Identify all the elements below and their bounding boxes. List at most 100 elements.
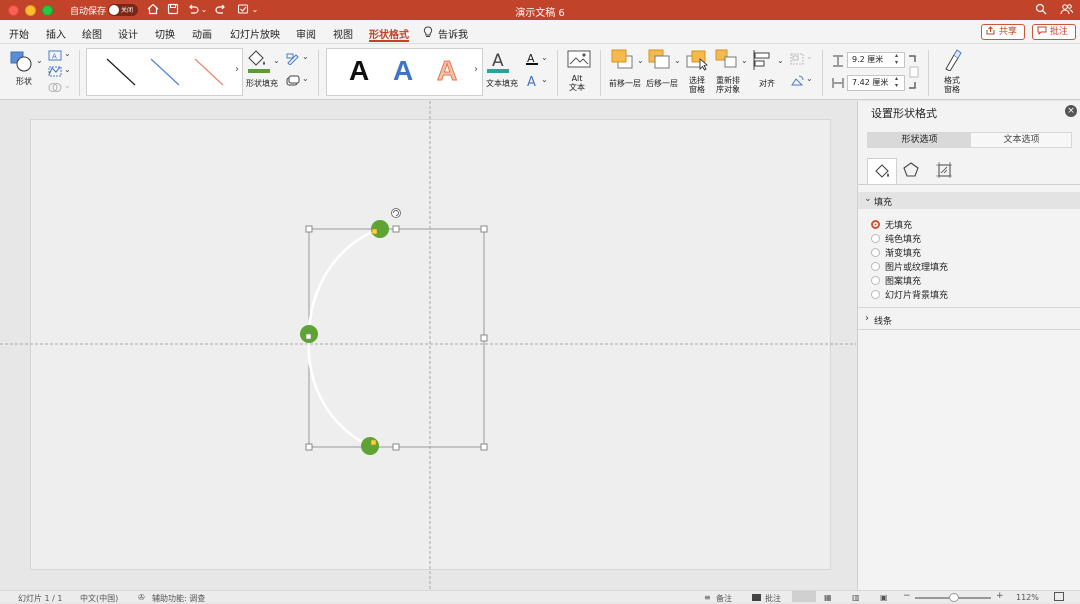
text-effects-icon[interactable]: A [525,74,539,91]
arc-shape[interactable] [307,227,381,448]
tab-view[interactable]: 视图 [333,26,353,41]
text-outline-icon[interactable]: A [525,52,539,69]
radio-pattern-fill[interactable] [871,276,880,285]
search-icon[interactable] [1034,3,1048,17]
fill-section-header[interactable]: ⌄ 填充 [858,192,1080,209]
fit-to-window-button[interactable] [1054,592,1064,601]
lock-aspect-ratio-icon[interactable] [907,54,919,93]
resize-handle-top-right[interactable] [480,225,488,233]
shapes-dropdown-icon[interactable]: ⌄ [36,56,43,65]
shape-fill-icon[interactable] [247,49,271,78]
send-backward-dropdown-icon[interactable]: ⌄ [674,56,681,65]
fill-option-none[interactable]: 无填充 [871,218,912,232]
fill-option-slide-background[interactable]: 幻灯片背景填充 [871,288,948,302]
shape-style-blue[interactable] [147,55,183,89]
selection-pane-icon[interactable] [686,49,710,74]
gallery-more-icon[interactable]: › [235,64,239,75]
rotate-dropdown-icon[interactable]: ⌄ [806,74,813,83]
edit-shape-icon[interactable]: A [48,50,62,64]
resize-handle-bottom[interactable] [392,443,400,451]
bring-forward-dropdown-icon[interactable]: ⌄ [637,56,644,65]
fill-option-solid[interactable]: 纯色填充 [871,232,921,246]
format-pane-icon[interactable] [940,49,964,74]
tab-home[interactable]: 开始 [9,26,29,41]
zoom-level[interactable]: 112% [1016,593,1039,602]
align-icon[interactable] [752,49,776,74]
height-stepper[interactable]: ▴ ▾ [895,52,898,66]
fill-line-tab[interactable] [867,158,897,185]
text-box-icon[interactable] [48,66,62,80]
tab-text-options[interactable]: 文本选项 [971,133,1072,147]
resize-handle-top-left[interactable] [305,225,313,233]
people-icon[interactable] [1059,3,1073,17]
tab-review[interactable]: 审阅 [296,26,316,41]
tab-shape-options[interactable]: 形状选项 [868,133,971,147]
zoom-slider-thumb[interactable] [949,593,959,602]
tab-design[interactable]: 设计 [118,26,138,41]
tab-transitions[interactable]: 切换 [155,26,175,41]
fill-option-picture[interactable]: 图片或纹理填充 [871,260,948,274]
rotate-handle[interactable] [391,208,401,218]
accessibility-status[interactable]: 辅助功能: 调查 [152,593,205,604]
tab-shape-format[interactable]: 形状格式 [369,26,409,41]
adjust-handle-top[interactable] [371,228,378,235]
wordart-more-icon[interactable]: › [474,64,478,75]
group-icon[interactable] [790,53,804,68]
fill-option-gradient[interactable]: 渐变填充 [871,246,921,260]
tell-me-search[interactable]: 告诉我 [438,26,468,41]
tab-draw[interactable]: 绘图 [82,26,102,41]
normal-view-button[interactable] [792,591,816,602]
merge-shapes-dropdown-icon[interactable]: ⌄ [64,81,71,90]
edit-shape-dropdown-icon[interactable]: ⌄ [64,49,71,58]
radio-picture-fill[interactable] [871,262,880,271]
size-properties-tab[interactable] [935,161,953,182]
rotate-icon[interactable] [790,75,804,90]
wordart-style-black[interactable]: A [349,55,369,87]
tab-insert[interactable]: 插入 [46,26,66,41]
shapes-icon[interactable] [10,51,34,76]
width-stepper[interactable]: ▴ ▾ [895,75,898,89]
reorder-objects-dropdown-icon[interactable]: ⌄ [741,56,748,65]
wordart-style-orange[interactable]: A [436,55,457,87]
shape-outline-icon[interactable] [286,53,300,68]
text-box-dropdown-icon[interactable]: ⌄ [64,65,71,74]
wordart-style-blue[interactable]: A [393,55,413,87]
adjust-handle-left[interactable] [305,333,312,340]
tab-slideshow[interactable]: 幻灯片放映 [230,26,280,41]
shape-effects-icon[interactable] [286,75,300,90]
resize-handle-bottom-right[interactable] [480,443,488,451]
resize-handle-right[interactable] [480,334,488,342]
adjust-handle-bottom[interactable] [370,439,377,446]
shape-fill-dropdown-icon[interactable]: ⌄ [273,56,280,65]
tab-animations[interactable]: 动画 [192,26,212,41]
comments-button[interactable]: 批注 [1032,24,1076,40]
slide-sorter-view-button[interactable]: ▦ [824,593,832,602]
resize-handle-bottom-left[interactable] [305,443,313,451]
reorder-objects-icon[interactable] [715,49,739,74]
shape-style-black[interactable] [103,55,139,89]
zoom-in-button[interactable]: + [996,591,1004,601]
shape-style-orange[interactable] [191,55,227,89]
align-dropdown-icon[interactable]: ⌄ [777,56,784,65]
language-indicator[interactable]: 中文(中国) [80,593,118,604]
slideshow-view-button[interactable]: ▣ [880,593,888,602]
radio-gradient-fill[interactable] [871,248,880,257]
resize-handle-top[interactable] [392,225,400,233]
text-fill-icon[interactable]: A [486,49,510,78]
reading-view-button[interactable]: ▥ [852,593,860,602]
notes-button[interactable]: 备注 [716,593,732,604]
radio-no-fill[interactable] [871,220,880,229]
group-dropdown-icon[interactable]: ⌄ [806,52,813,61]
text-effects-dropdown-icon[interactable]: ⌄ [541,75,548,84]
close-icon[interactable]: × [1065,105,1077,117]
send-backward-icon[interactable] [648,49,672,74]
effects-tab[interactable] [902,161,920,182]
radio-slide-background-fill[interactable] [871,290,880,299]
bring-forward-icon[interactable] [611,49,635,74]
zoom-out-button[interactable]: − [903,591,911,601]
comments-status-button[interactable]: 批注 [765,593,781,604]
shape-effects-dropdown-icon[interactable]: ⌄ [302,74,309,83]
share-button[interactable]: 共享 [981,24,1025,40]
alt-text-icon[interactable] [567,50,591,73]
fill-option-pattern[interactable]: 图案填充 [871,274,921,288]
